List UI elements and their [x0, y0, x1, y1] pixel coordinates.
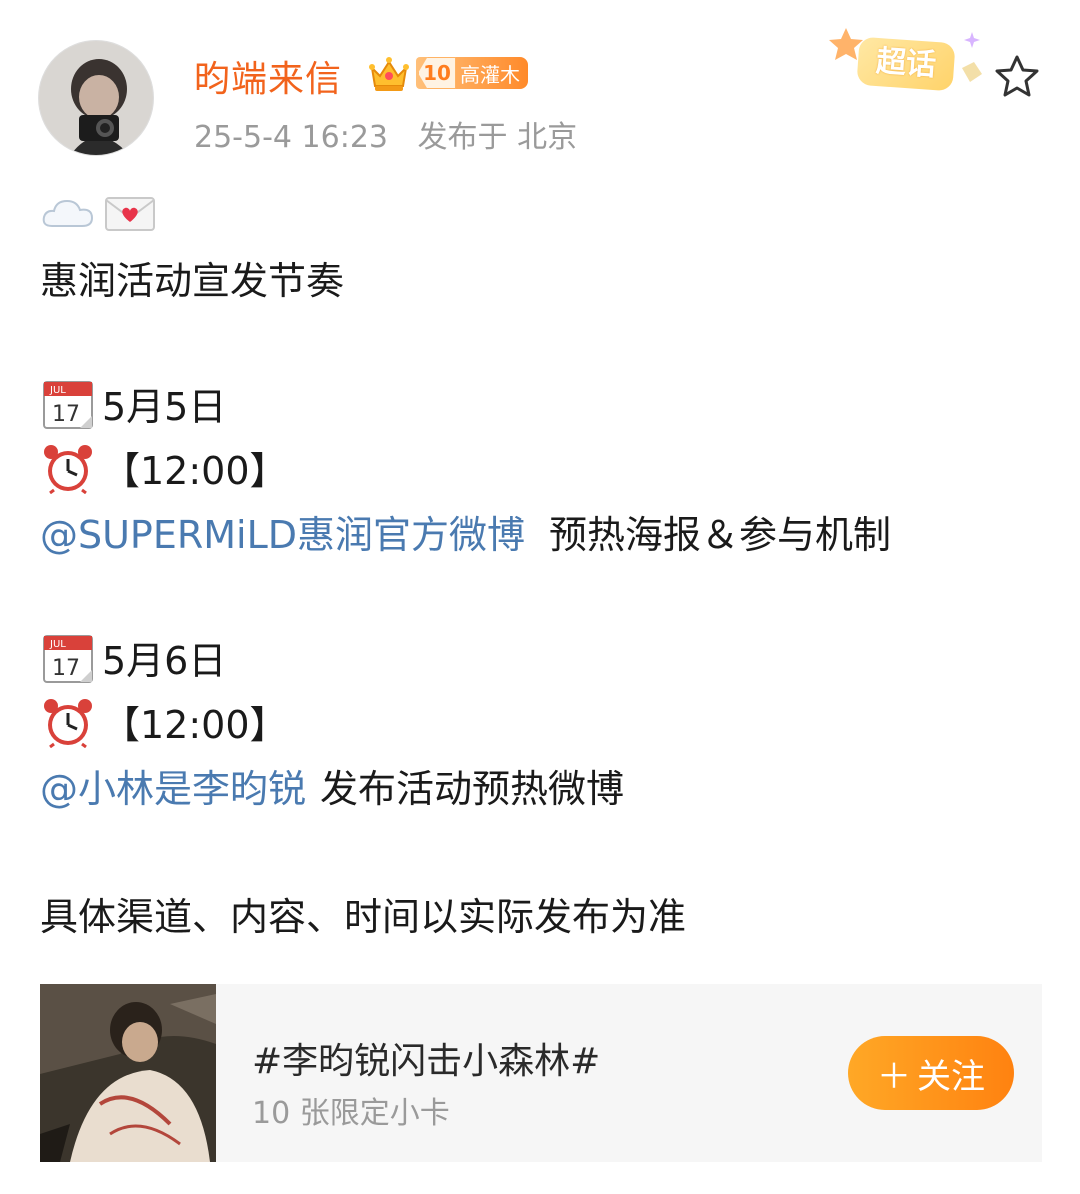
follow-button[interactable]: ＋ 关注 — [848, 1036, 1014, 1110]
mention-link-supermild[interactable]: @SUPERMiLD惠润官方微博 — [40, 504, 525, 559]
level-title: 高灌木 — [460, 62, 520, 87]
follow-button-label: 关注 — [917, 1056, 985, 1097]
favorite-star-icon[interactable] — [994, 54, 1040, 98]
item1-text: 预热海报＆参与机制 — [549, 513, 892, 557]
calendar-day: 17 — [52, 656, 80, 681]
vip-crown-icon — [368, 54, 410, 94]
plus-icon: ＋ — [877, 1056, 911, 1097]
username[interactable]: 昀端来信 — [194, 50, 342, 102]
cloud-icon — [40, 186, 96, 238]
item2-date: 5月6日 — [102, 639, 227, 683]
calendar-icon: JUL 17 — [40, 632, 96, 684]
item2-time-line: 【12:00】 — [40, 694, 288, 749]
mention-link-lin[interactable]: @小林是李昀锐 — [40, 758, 306, 813]
item2-date-line: JUL 17 5月6日 — [40, 630, 226, 685]
calendar-month: JUL — [49, 385, 66, 396]
supertopic-label[interactable]: 超话 — [856, 36, 956, 92]
calendar-month: JUL — [49, 639, 66, 650]
item2-time: 【12:00】 — [102, 703, 288, 747]
love-letter-icon — [102, 186, 158, 238]
item2-text: 发布活动预热微博 — [320, 767, 625, 811]
item1-time-line: 【12:00】 — [40, 440, 288, 495]
alarm-clock-icon — [40, 696, 96, 748]
topic-thumbnail — [40, 984, 216, 1162]
weibo-post-card: 昀端来信 10 高灌木 25-5-4 16:23 发布于 北京 超话 惠润活动宣… — [0, 0, 1080, 1194]
topic-subtitle: 10 张限定小卡 — [252, 1096, 450, 1131]
post-timestamp: 25-5-4 16:23 — [194, 120, 388, 155]
item1-date: 5月5日 — [102, 385, 227, 429]
calendar-icon: JUL 17 — [40, 378, 96, 430]
alarm-clock-icon — [40, 442, 96, 494]
avatar[interactable] — [38, 40, 154, 156]
calendar-day: 17 — [52, 402, 80, 427]
supertopic-card[interactable]: #李昀锐闪击小森林# 10 张限定小卡 ＋ 关注 — [40, 984, 1042, 1162]
post-intro: 惠润活动宣发节奏 — [40, 259, 345, 303]
post-footer-note: 具体渠道、内容、时间以实际发布为准 — [40, 895, 687, 939]
item2-detail-line: @小林是李昀锐 发布活动预热微博 — [40, 758, 624, 813]
topic-title[interactable]: #李昀锐闪击小森林# — [252, 1032, 600, 1084]
item1-detail-line: @SUPERMiLD惠润官方微博 预热海报＆参与机制 — [40, 504, 891, 559]
fan-level-badge[interactable]: 10 高灌木 — [416, 57, 528, 89]
level-number: 10 — [418, 57, 456, 89]
item1-time: 【12:00】 — [102, 449, 288, 493]
item1-date-line: JUL 17 5月5日 — [40, 376, 226, 431]
emoji-line — [40, 186, 164, 238]
post-location: 发布于 北京 — [417, 120, 578, 155]
post-meta: 25-5-4 16:23 发布于 北京 — [194, 112, 577, 156]
